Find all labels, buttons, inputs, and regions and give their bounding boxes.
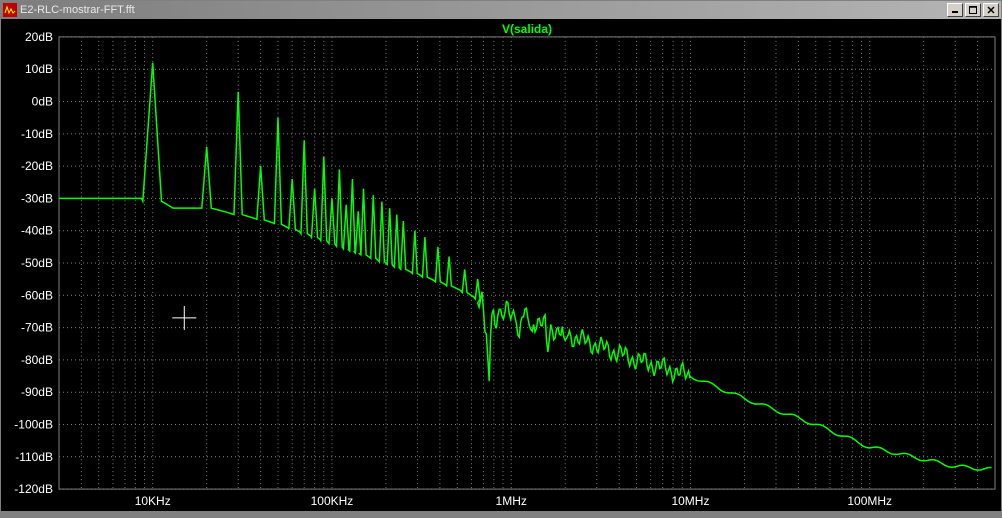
window-title: E2-RLC-mostrar-FFT.fft: [20, 4, 135, 16]
x-tick-label[interactable]: 10KHz: [135, 494, 171, 508]
y-tick-label[interactable]: 0dB: [32, 95, 53, 109]
y-tick-label[interactable]: -60dB: [21, 288, 53, 302]
y-tick-label[interactable]: -40dB: [21, 224, 53, 238]
y-tick-label[interactable]: 10dB: [25, 62, 53, 76]
close-icon: [987, 6, 995, 14]
minimize-button[interactable]: [947, 3, 963, 17]
bottom-border: [1, 511, 1001, 517]
y-tick-label[interactable]: -80dB: [21, 353, 53, 367]
fft-trace: [59, 63, 992, 470]
y-tick-label[interactable]: -30dB: [21, 191, 53, 205]
ltspice-fft-icon: [3, 3, 17, 17]
y-tick-label[interactable]: 20dB: [25, 30, 53, 44]
cursor-crosshair: [172, 306, 196, 330]
y-tick-label[interactable]: -120dB: [14, 482, 53, 496]
y-tick-label[interactable]: -20dB: [21, 159, 53, 173]
y-tick-label[interactable]: -110dB: [15, 450, 53, 464]
x-tick-label[interactable]: 1MHz: [496, 494, 527, 508]
maximize-icon: [969, 6, 977, 14]
trace-label[interactable]: V(salida): [502, 22, 552, 36]
titlebar[interactable]: E2-RLC-mostrar-FFT.fft: [1, 1, 1001, 19]
maximize-button[interactable]: [965, 3, 981, 17]
fft-plot[interactable]: 20dB 10dB 0dB -10dB -20dB -30dB -40dB -50dB -60d…: [1, 19, 1001, 511]
window-frame: E2-RLC-mostrar-FFT.fft 20dB 10dB 0dB -10dB -…: [0, 0, 1002, 518]
y-tick-label[interactable]: -90dB: [21, 385, 53, 399]
x-tick-label[interactable]: 100KHz: [311, 494, 354, 508]
close-button[interactable]: [983, 3, 999, 17]
minimize-icon: [951, 6, 959, 14]
y-tick-label[interactable]: -50dB: [21, 256, 53, 270]
y-tick-label[interactable]: -10dB: [21, 127, 53, 141]
x-tick-label[interactable]: 100MHz: [847, 494, 892, 508]
x-tick-label[interactable]: 10MHz: [671, 494, 709, 508]
y-tick-label[interactable]: -70dB: [21, 321, 53, 335]
y-tick-label[interactable]: -100dB: [14, 418, 53, 432]
